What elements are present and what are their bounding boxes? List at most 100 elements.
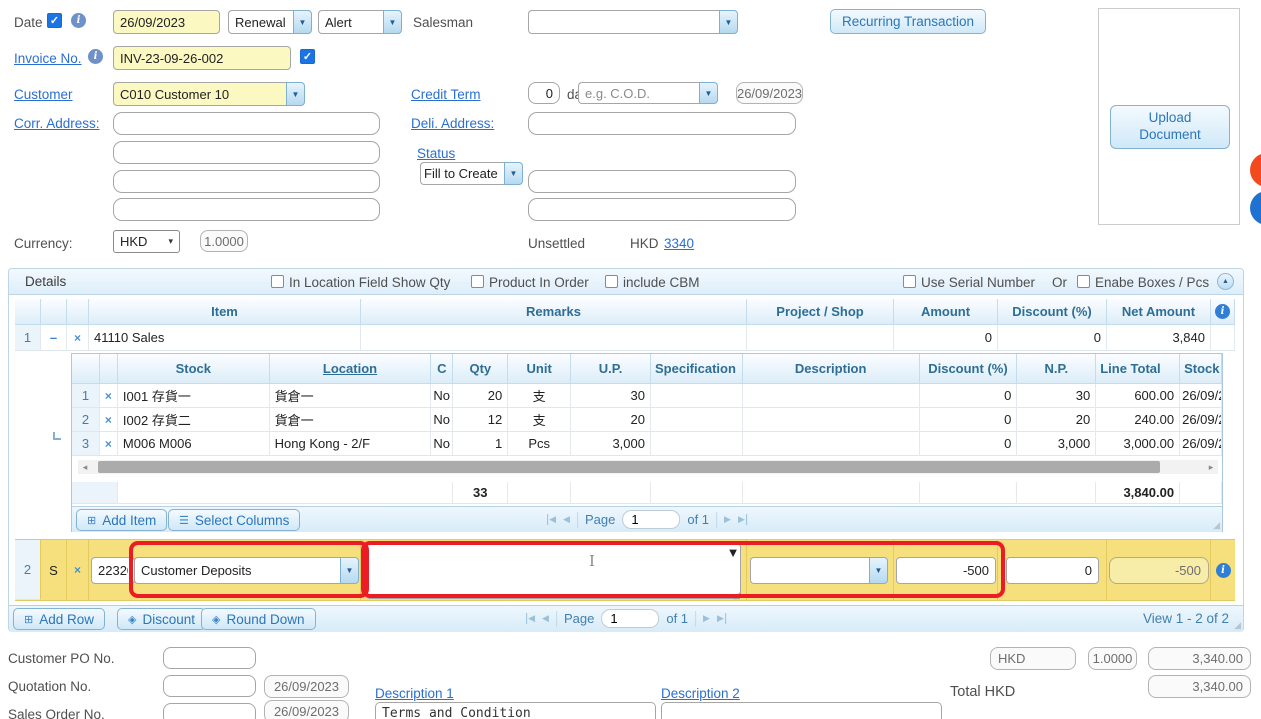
remarks-dropdown-icon[interactable]: ▼ bbox=[725, 544, 741, 560]
account-code-input[interactable] bbox=[91, 557, 135, 584]
discount-input[interactable] bbox=[1006, 557, 1099, 584]
description1-textarea[interactable]: Terms and Condition bbox=[375, 702, 656, 719]
renewal-select[interactable]: Renewal ▼ bbox=[228, 10, 312, 34]
srow-stock[interactable]: M006 M006 bbox=[118, 432, 270, 456]
scol-location[interactable]: Location bbox=[270, 354, 432, 384]
status-link[interactable]: Status bbox=[417, 146, 455, 161]
corr-address-link[interactable]: Corr. Address: bbox=[14, 116, 100, 131]
quotation-input[interactable] bbox=[163, 675, 256, 697]
srow-location[interactable]: 貨倉一 bbox=[270, 408, 432, 432]
add-row-button[interactable]: ⊞Add Row bbox=[13, 608, 105, 630]
chevron-down-icon[interactable]: ▼ bbox=[293, 10, 312, 34]
chevron-down-icon[interactable]: ▼ bbox=[340, 557, 359, 584]
description1-link[interactable]: Description 1 bbox=[375, 686, 454, 701]
credit-term-link[interactable]: Credit Term bbox=[411, 87, 481, 102]
row1-remarks[interactable] bbox=[361, 325, 747, 351]
srow-np[interactable]: 30 bbox=[1017, 384, 1096, 408]
currency-select[interactable]: HKD ▾ bbox=[113, 230, 180, 253]
srow-up[interactable]: 3,000 bbox=[571, 432, 651, 456]
row1-project[interactable] bbox=[747, 325, 894, 351]
date-info-icon[interactable]: i bbox=[71, 13, 86, 28]
delete-row-cell[interactable]: × bbox=[100, 408, 118, 432]
remarks-textarea[interactable] bbox=[366, 543, 741, 599]
invoice-no-input[interactable] bbox=[113, 46, 291, 70]
col-discount[interactable]: Discount (%) bbox=[998, 299, 1107, 325]
select-columns-button[interactable]: ☰Select Columns bbox=[168, 509, 300, 531]
srow-linetotal[interactable]: 600.00 bbox=[1096, 384, 1180, 408]
pager-next-icon[interactable]: ▶ bbox=[724, 514, 731, 525]
info-icon[interactable]: i bbox=[1216, 563, 1231, 578]
scol-spec[interactable]: Specification bbox=[651, 354, 743, 384]
scol-discount[interactable]: Discount (%) bbox=[920, 354, 1018, 384]
row1-net[interactable]: 3,840 bbox=[1107, 325, 1211, 351]
srow-up[interactable]: 20 bbox=[571, 408, 651, 432]
scol-unit[interactable]: Unit bbox=[508, 354, 571, 384]
srow-desc[interactable] bbox=[743, 384, 920, 408]
scol-qty[interactable]: Qty bbox=[453, 354, 508, 384]
chevron-down-icon[interactable]: ▼ bbox=[699, 82, 718, 104]
invoice-info-icon[interactable]: i bbox=[88, 49, 103, 64]
corr-address-input-1[interactable] bbox=[113, 112, 380, 135]
collapse-subgrid-icon[interactable]: – bbox=[41, 325, 67, 351]
srow-linetotal[interactable]: 240.00 bbox=[1096, 408, 1180, 432]
pager-first-icon[interactable]: ◀ bbox=[526, 613, 535, 624]
corr-address-input-4[interactable] bbox=[113, 198, 380, 221]
srow-spec[interactable] bbox=[651, 432, 743, 456]
srow-up[interactable]: 30 bbox=[571, 384, 651, 408]
add-item-button[interactable]: ⊞Add Item bbox=[76, 509, 167, 531]
resize-grip-icon[interactable]: ◢ bbox=[1213, 520, 1220, 531]
status-select[interactable]: Fill to Create ▼ bbox=[420, 162, 523, 185]
col-remarks[interactable]: Remarks bbox=[361, 299, 747, 325]
srow-stock[interactable]: I001 存貨一 bbox=[118, 384, 270, 408]
pager-prev-icon[interactable]: ◀ bbox=[563, 514, 570, 525]
chevron-down-icon[interactable]: ▼ bbox=[719, 10, 738, 34]
discount-button[interactable]: ◈Discount bbox=[117, 608, 206, 630]
scrollbar-thumb[interactable] bbox=[98, 461, 1160, 473]
resize-grip-icon[interactable]: ◢ bbox=[1234, 620, 1241, 631]
credit-term-days-input[interactable] bbox=[528, 82, 560, 104]
delete-row-cell[interactable]: × bbox=[67, 325, 89, 351]
customer-link[interactable]: Customer bbox=[14, 87, 73, 102]
scol-up[interactable]: U.P. bbox=[571, 354, 651, 384]
row1-item[interactable]: 41110 Sales bbox=[89, 325, 361, 351]
srow-desc[interactable] bbox=[743, 408, 920, 432]
srow-desc[interactable] bbox=[743, 432, 920, 456]
credit-term-type-select[interactable]: e.g. C.O.D. ▼ bbox=[578, 82, 718, 104]
srow-unit[interactable]: Pcs bbox=[508, 432, 571, 456]
scol-stockdate[interactable]: Stock bbox=[1180, 354, 1222, 384]
deli-address-link[interactable]: Deli. Address: bbox=[411, 116, 494, 131]
invoice-no-link[interactable]: Invoice No. bbox=[14, 51, 82, 66]
srow-qty[interactable]: 20 bbox=[453, 384, 508, 408]
srow-location[interactable]: Hong Kong - 2/F bbox=[270, 432, 432, 456]
salesman-select[interactable]: ▼ bbox=[528, 10, 738, 34]
delete-row-cell[interactable]: × bbox=[100, 384, 118, 408]
sales-order-input[interactable] bbox=[163, 703, 256, 719]
srow-unit[interactable]: 支 bbox=[508, 384, 571, 408]
deli-address-input-3[interactable] bbox=[528, 198, 796, 221]
srow-spec[interactable] bbox=[651, 408, 743, 432]
srow-linetotal[interactable]: 3,000.00 bbox=[1096, 432, 1180, 456]
scroll-right-icon[interactable]: ▸ bbox=[1204, 460, 1218, 474]
scol-linetotal[interactable]: Line Total bbox=[1096, 354, 1180, 384]
in-location-checkbox[interactable] bbox=[271, 275, 284, 288]
srow-discount[interactable]: 0 bbox=[920, 384, 1018, 408]
unsettled-amount-link[interactable]: 3340 bbox=[664, 236, 694, 251]
floating-action-blue-icon[interactable] bbox=[1250, 191, 1261, 225]
col-net-amount[interactable]: Net Amount bbox=[1107, 299, 1211, 325]
resize-grip-icon[interactable]: ◢ bbox=[733, 590, 740, 600]
srow-np[interactable]: 20 bbox=[1017, 408, 1096, 432]
srow-discount[interactable]: 0 bbox=[920, 408, 1018, 432]
customer-po-input[interactable] bbox=[163, 647, 256, 669]
include-cbm-checkbox[interactable] bbox=[605, 275, 618, 288]
chevron-down-icon[interactable]: ▼ bbox=[286, 82, 305, 106]
row1-discount[interactable]: 0 bbox=[998, 325, 1107, 351]
delete-row-cell[interactable]: × bbox=[67, 540, 89, 600]
project-shop-select[interactable]: ▼ bbox=[750, 557, 888, 584]
date-input[interactable] bbox=[113, 10, 220, 34]
description2-textarea[interactable] bbox=[661, 702, 942, 719]
scroll-left-icon[interactable]: ◂ bbox=[78, 460, 92, 474]
alert-select[interactable]: Alert ▼ bbox=[318, 10, 402, 34]
pager-first-icon[interactable]: ◀ bbox=[547, 514, 556, 525]
amount-input[interactable] bbox=[896, 557, 996, 584]
pager-prev-icon[interactable]: ◀ bbox=[542, 613, 549, 624]
